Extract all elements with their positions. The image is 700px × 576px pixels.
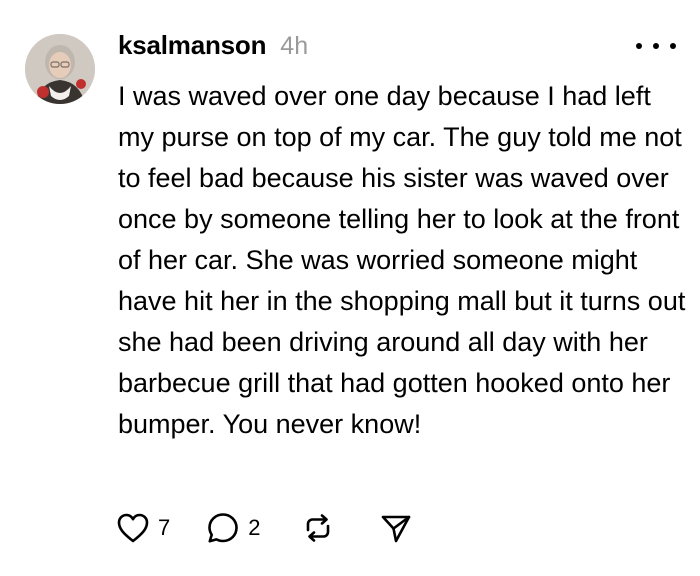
post-card: ksalmanson 4h I was waved over one day b… bbox=[0, 0, 700, 576]
post-actions: 7 2 bbox=[116, 508, 413, 548]
heart-icon bbox=[117, 513, 149, 543]
post-header: ksalmanson 4h bbox=[118, 30, 308, 66]
like-button[interactable]: 7 bbox=[116, 512, 170, 544]
post-body-text: I was waved over one day because I had l… bbox=[118, 81, 686, 439]
repost-icon bbox=[306, 514, 329, 542]
send-icon bbox=[381, 515, 410, 543]
more-dot bbox=[653, 43, 659, 49]
more-dot bbox=[636, 43, 642, 49]
share-button[interactable] bbox=[379, 511, 413, 545]
avatar[interactable] bbox=[25, 34, 95, 104]
more-dot bbox=[670, 43, 676, 49]
comment-bubble-icon bbox=[208, 513, 239, 543]
username-link[interactable]: ksalmanson bbox=[118, 30, 266, 61]
post-timestamp: 4h bbox=[280, 32, 309, 60]
like-count: 7 bbox=[158, 515, 171, 540]
reply-count: 2 bbox=[248, 515, 261, 540]
avatar-photo bbox=[25, 34, 95, 104]
repost-button[interactable] bbox=[301, 511, 335, 545]
reply-button[interactable]: 2 bbox=[206, 511, 261, 545]
more-dots-icon[interactable] bbox=[636, 34, 676, 58]
